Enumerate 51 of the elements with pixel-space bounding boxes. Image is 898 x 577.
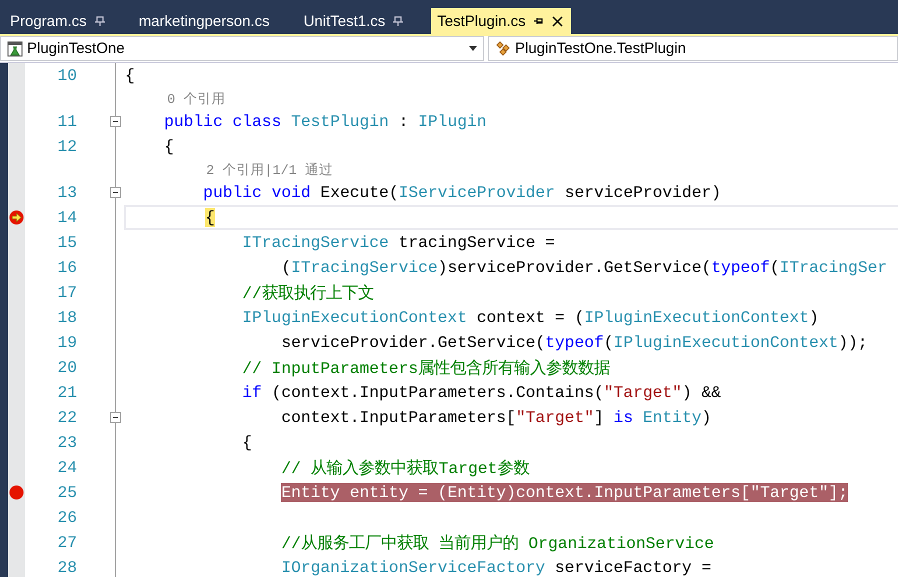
code-line: public void Execute(IServiceProvider serviceProvider)	[203, 183, 722, 202]
pin-icon[interactable]	[534, 16, 544, 26]
code-line: ITracingService tracingService =	[242, 233, 555, 252]
line-number: 13	[56, 183, 78, 202]
code-lens-hint[interactable]: 0 个引用	[167, 90, 226, 108]
line-number: 14	[56, 208, 78, 227]
code-line: // InputParameters属性包含所有输入参数数据	[242, 358, 610, 378]
code-line: (ITracingService)serviceProvider.GetService(typeof(ITracingSer	[281, 258, 888, 277]
code-line: {	[242, 433, 252, 452]
project-dropdown[interactable]: PluginTestOne	[0, 36, 484, 61]
collapse-icon[interactable]	[110, 187, 121, 198]
file-tab[interactable]: marketingperson.cs	[132, 8, 278, 34]
member-dropdown[interactable]: PluginTestOne.TestPlugin	[488, 36, 898, 61]
line-number: 17	[56, 283, 78, 302]
line-number: 15	[56, 233, 78, 252]
line-number: 23	[56, 433, 78, 452]
line-number: 12	[56, 137, 78, 156]
line-number: 16	[56, 258, 78, 277]
code-line: context.InputParameters["Target"] is Entity)	[281, 408, 712, 427]
line-number: 19	[56, 333, 78, 352]
collapse-icon[interactable]	[110, 116, 121, 127]
close-icon[interactable]	[552, 16, 563, 26]
line-number: 20	[56, 358, 78, 377]
line-number: 18	[56, 308, 78, 327]
code-line: if (context.InputParameters.Contains("Target") &&	[242, 383, 722, 402]
line-number: 24	[56, 458, 78, 477]
code-line: // 从输入参数中获取Target参数	[281, 458, 530, 478]
code-lens-hint[interactable]: 2 个引用|1/1 通过	[206, 160, 333, 178]
code-line: {	[164, 137, 174, 156]
line-number: 26	[56, 508, 78, 527]
line-number: 21	[56, 383, 78, 402]
code-line: {	[125, 66, 135, 85]
caret-icon	[469, 46, 477, 51]
project-icon	[7, 40, 23, 56]
code-line: //获取执行上下文	[242, 282, 374, 304]
file-tab[interactable]: UnitTest1.cs	[298, 8, 412, 34]
code-line: IOrganizationServiceFactory serviceFactory =	[281, 558, 712, 577]
line-number: 11	[56, 112, 78, 131]
file-tab[interactable]: TestPlugin.cs	[431, 8, 571, 34]
code-line: IPluginExecutionContext context = (IPluginExecutionContext)	[242, 308, 819, 327]
line-number: 25	[56, 483, 78, 502]
line-number: 27	[56, 533, 78, 552]
line-number: 22	[56, 408, 78, 427]
code-line: public class TestPlugin : IPlugin	[164, 112, 487, 131]
line-number: 10	[56, 66, 78, 85]
code-line: serviceProvider.GetService(typeof(IPluginExecutionContext));	[281, 333, 868, 352]
code-line: //从服务工厂中获取 当前用户的 OrganizationService	[281, 532, 714, 554]
class-icon	[495, 40, 511, 56]
line-number: 28	[56, 558, 78, 577]
collapse-icon[interactable]	[110, 412, 121, 423]
file-tab[interactable]: Program.cs	[4, 8, 113, 34]
